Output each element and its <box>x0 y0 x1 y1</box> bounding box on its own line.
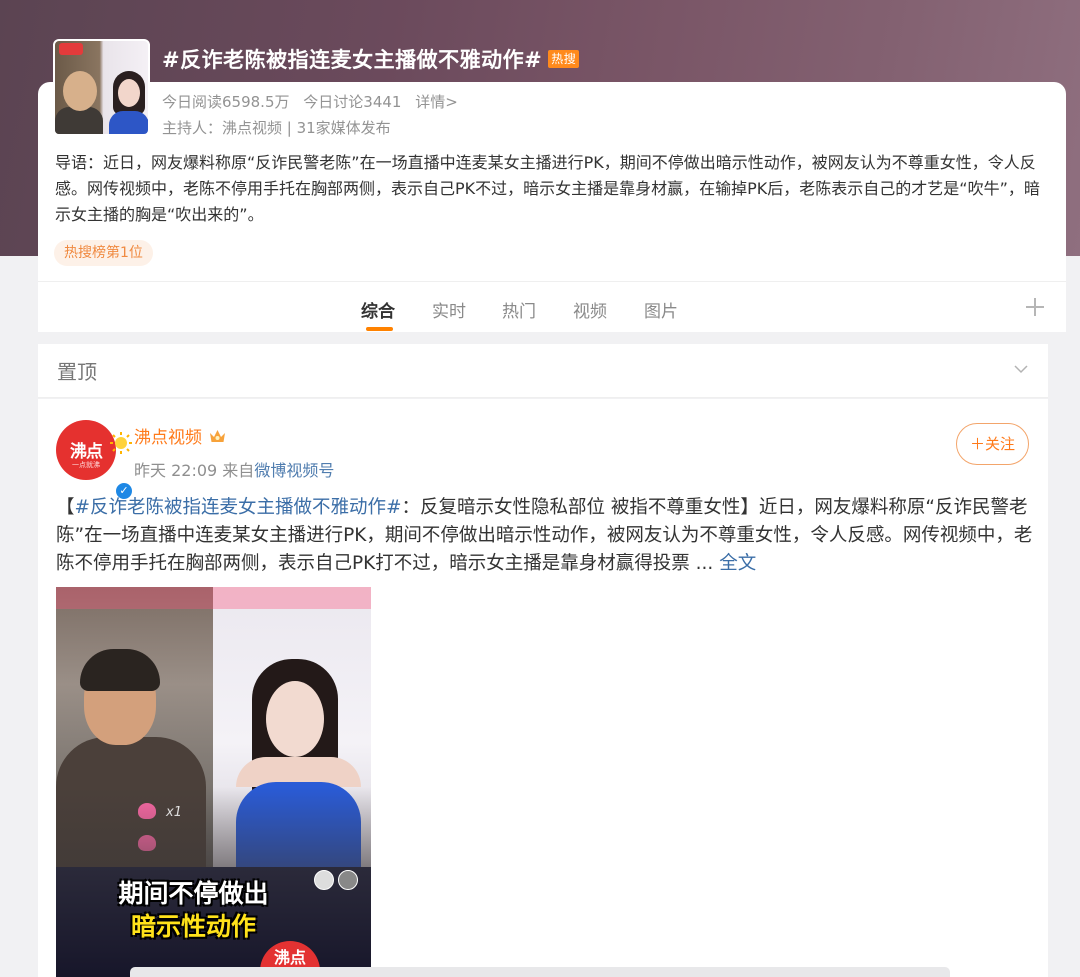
viewer-avatar <box>314 870 334 890</box>
pinned-label: 置顶 <box>57 360 97 384</box>
topic-intro: 导语：近日，网友爆料称原“反诈民警老陈”在一场直播中连麦某女主播进行PK，期间不… <box>55 153 1040 224</box>
topic-title-text: #反诈老陈被指连麦女主播做不雅动作# <box>162 48 543 72</box>
bottom-scroll-bar <box>130 967 950 977</box>
details-link[interactable]: 详情> <box>415 93 458 111</box>
avatar-slogan: 一点就沸 <box>72 461 100 469</box>
hot-badge: 热搜 <box>548 50 580 68</box>
pinned-section-header[interactable]: 置顶 <box>38 344 1048 398</box>
post-meta: 昨天 22:09 来自微博视频号 <box>134 457 334 481</box>
post-time: 昨天 22:09 <box>134 461 218 480</box>
source-prefix: 来自 <box>222 461 255 480</box>
video-caption-line2: 暗示性动作 <box>130 912 256 941</box>
discuss-count: 今日讨论3441 <box>303 93 402 111</box>
tab-bar: 综合 实时 热门 视频 图片 <box>38 281 1066 332</box>
topic-host: 主持人：沸点视频 | 31家媒体发布 <box>162 119 391 137</box>
tab-popular[interactable]: 热门 <box>502 297 536 322</box>
viewer-avatar <box>338 870 358 890</box>
member-crown-icon <box>210 429 225 442</box>
topic-title: #反诈老陈被指连麦女主播做不雅动作# 热搜 <box>162 44 580 74</box>
tab-realtime[interactable]: 实时 <box>432 297 466 322</box>
video-viewer-avatars <box>314 870 358 890</box>
video-top-bar <box>56 587 371 609</box>
read-more-link[interactable]: 全文 <box>719 553 756 574</box>
sun-icon <box>110 432 132 454</box>
post-text: 【#反诈老陈被指连麦女主播做不雅动作#：反复暗示女性隐私部位 被指不尊重女性】近… <box>56 494 1036 578</box>
chevron-down-icon[interactable] <box>1014 362 1028 376</box>
video-thumbnail[interactable]: x1 期间不停做出 暗示性动作 沸点 <box>56 587 371 977</box>
post-text-open: 【 <box>56 497 75 518</box>
read-count: 今日阅读6598.5万 <box>162 93 290 111</box>
rank-tag[interactable]: 热搜榜第1位 <box>54 240 153 266</box>
topic-stats: 今日阅读6598.5万 今日讨论3441 详情> <box>162 91 467 112</box>
video-woman-face <box>266 681 324 757</box>
video-comment-overlay <box>56 787 371 867</box>
author-avatar[interactable]: 沸点 一点就沸 ✓ <box>56 420 134 501</box>
avatar-logo-text: 沸点 <box>70 442 103 462</box>
tab-images[interactable]: 图片 <box>644 297 678 322</box>
cover-man-figure <box>55 107 103 134</box>
post-hashtag-link[interactable]: #反诈老陈被指连麦女主播做不雅动作# <box>75 497 402 518</box>
author-name-text: 沸点视频 <box>134 428 202 448</box>
author-name[interactable]: 沸点视频 <box>134 423 227 448</box>
cover-man-face <box>63 71 97 111</box>
cover-woman-figure <box>109 111 148 134</box>
cover-logo <box>59 43 83 55</box>
topic-cover-image[interactable] <box>53 39 150 136</box>
post-card: 沸点 一点就沸 ✓ 沸点视频 昨天 22:09 来自微博视频号 ＋关注 【#反诈… <box>38 399 1048 977</box>
cover-woman-face <box>118 79 140 107</box>
plus-icon[interactable] <box>1024 296 1046 318</box>
active-tab-indicator <box>366 327 393 331</box>
tab-comprehensive[interactable]: 综合 <box>361 297 395 322</box>
tab-video[interactable]: 视频 <box>573 297 607 322</box>
post-source-link[interactable]: 微博视频号 <box>254 461 334 480</box>
follow-button[interactable]: ＋关注 <box>956 423 1029 465</box>
